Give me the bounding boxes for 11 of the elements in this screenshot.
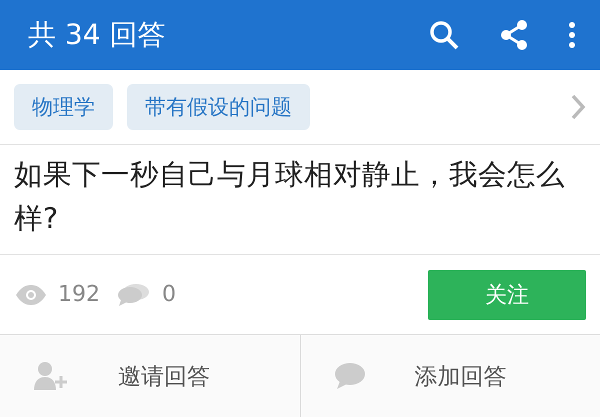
eye-icon	[16, 284, 46, 304]
topic-tag[interactable]: 物理学	[14, 84, 113, 130]
topic-tag[interactable]: 带有假设的问题	[127, 84, 310, 130]
speech-bubble-icon	[334, 362, 364, 390]
add-user-icon	[34, 361, 68, 391]
comments-icon	[118, 282, 150, 306]
header-title: 共 34 回答	[28, 17, 166, 53]
question-text: 如果下一秒自己与月球相对静止，我会怎么样?	[0, 145, 600, 255]
view-count: 192	[58, 282, 100, 307]
follow-button[interactable]: 关注	[428, 270, 586, 320]
comment-count: 0	[162, 282, 176, 307]
